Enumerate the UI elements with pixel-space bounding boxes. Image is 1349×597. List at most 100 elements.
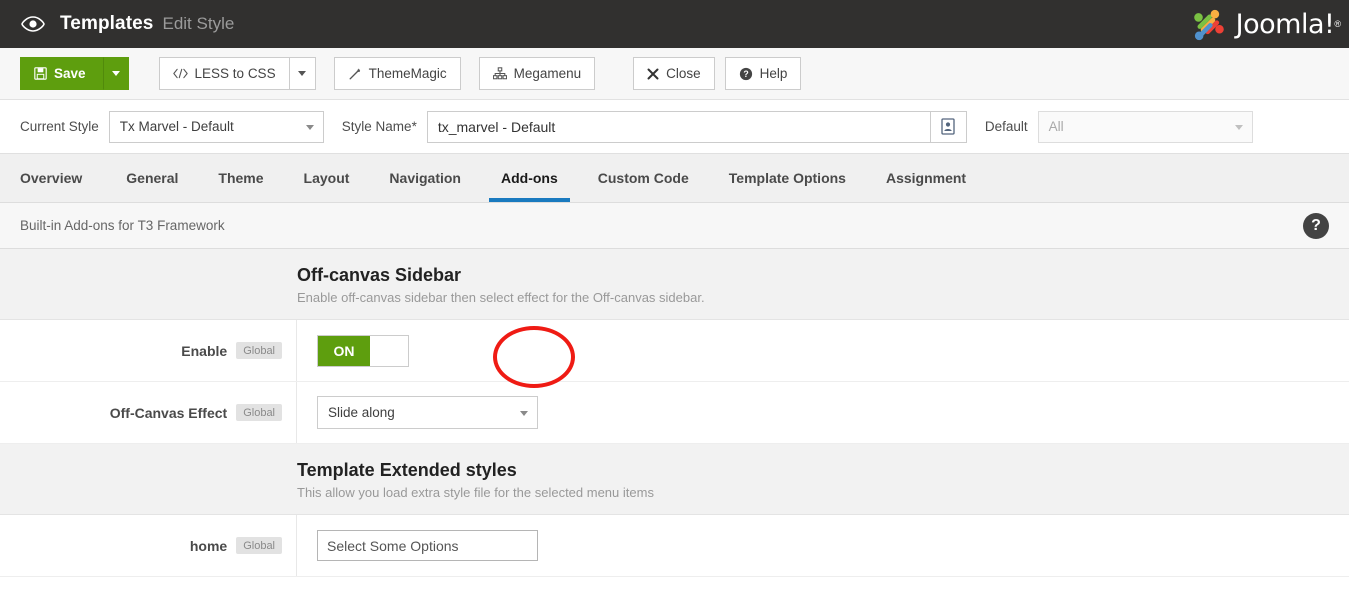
tab-template-options[interactable]: Template Options [709, 154, 866, 202]
style-name-label-text: Style Name [342, 119, 412, 134]
row-label-home: home Global [0, 515, 297, 576]
close-label: Close [666, 66, 701, 81]
row-field-enable: ON [297, 335, 409, 367]
tab-general[interactable]: General [106, 154, 198, 202]
tab-label: Layout [304, 170, 350, 186]
default-label: Default [985, 119, 1028, 134]
required-asterisk: * [412, 119, 417, 134]
sitemap-icon [493, 67, 507, 80]
toggle-knob [370, 336, 408, 366]
tab-label: Overview [20, 170, 82, 186]
page-title: Templates [60, 13, 153, 35]
svg-text:?: ? [743, 69, 748, 79]
tab-bar: Overview General Theme Layout Navigation… [0, 154, 1349, 203]
save-button-group: Save [20, 57, 129, 90]
subheader: Built-in Add-ons for T3 Framework ? [0, 203, 1349, 249]
thememagic-label: ThemeMagic [369, 66, 447, 81]
save-button[interactable]: Save [20, 57, 103, 90]
save-button-label: Save [54, 66, 86, 81]
tab-label: General [126, 170, 178, 186]
global-badge: Global [236, 537, 282, 554]
chevron-down-icon [1235, 125, 1243, 130]
x-icon [647, 68, 659, 80]
toggle-on-label: ON [318, 336, 370, 366]
off-canvas-effect-select[interactable]: Slide along [317, 396, 538, 429]
style-name-input[interactable]: tx_marvel - Default [427, 111, 967, 143]
section-template-extended-styles-header: Template Extended styles This allow you … [0, 444, 1349, 515]
off-canvas-effect-value: Slide along [328, 405, 395, 420]
magic-wand-icon [348, 67, 362, 81]
code-icon [173, 68, 188, 79]
style-bar: Current Style Tx Marvel - Default Style … [0, 100, 1349, 154]
home-multiselect-input[interactable]: Select Some Options [317, 530, 538, 561]
tab-layout[interactable]: Layout [284, 154, 370, 202]
style-name-value: tx_marvel - Default [438, 119, 555, 135]
megamenu-button[interactable]: Megamenu [479, 57, 596, 90]
joomla-registered-mark: ® [1334, 19, 1341, 29]
field-label: home [190, 538, 227, 554]
field-label: Off-Canvas Effect [110, 405, 227, 421]
joomla-wordmark: Joomla! [1236, 9, 1335, 40]
section-title: Template Extended styles [297, 460, 1329, 481]
tab-label: Custom Code [598, 170, 689, 186]
field-label: Enable [181, 343, 227, 359]
row-label-enable: Enable Global [0, 320, 297, 381]
row-field-home: Select Some Options [297, 530, 538, 561]
tab-navigation[interactable]: Navigation [369, 154, 481, 202]
form-row-home: home Global Select Some Options [0, 515, 1349, 577]
floppy-disk-icon [34, 67, 47, 80]
question-mark-circle-icon[interactable]: ? [1303, 213, 1329, 239]
less-to-css-dropdown-toggle[interactable] [290, 57, 316, 90]
tab-label: Navigation [389, 170, 461, 186]
section-off-canvas-sidebar-header: Off-canvas Sidebar Enable off-canvas sid… [0, 249, 1349, 320]
tab-label: Assignment [886, 170, 966, 186]
chevron-down-icon [112, 71, 120, 76]
tab-overview[interactable]: Overview [20, 154, 106, 202]
row-field-off-canvas-effect: Slide along [297, 396, 538, 429]
joomla-mark-icon [1188, 3, 1230, 45]
tab-add-ons[interactable]: Add-ons [481, 154, 578, 202]
tab-label: Theme [218, 170, 263, 186]
section-title: Off-canvas Sidebar [297, 265, 1329, 286]
tabs-container: Overview General Theme Layout Navigation… [0, 154, 1349, 203]
global-badge: Global [236, 342, 282, 359]
thememagic-button[interactable]: ThemeMagic [334, 57, 461, 90]
form-row-off-canvas-effect: Off-Canvas Effect Global Slide along [0, 382, 1349, 444]
question-circle-icon: ? [739, 67, 753, 81]
style-name-label: Style Name* [342, 119, 417, 134]
current-style-value: Tx Marvel - Default [120, 119, 234, 134]
close-button[interactable]: Close [633, 57, 715, 90]
help-label: Help [760, 66, 788, 81]
tab-label: Add-ons [501, 170, 558, 186]
section-description: Enable off-canvas sidebar then select ef… [297, 290, 1329, 305]
app-header: Templates Edit Style Joomla! ® [0, 0, 1349, 48]
megamenu-label: Megamenu [514, 66, 582, 81]
enable-toggle[interactable]: ON [317, 335, 409, 367]
default-select[interactable]: All [1038, 111, 1253, 143]
current-style-select[interactable]: Tx Marvel - Default [109, 111, 324, 143]
tab-theme[interactable]: Theme [198, 154, 283, 202]
joomla-logo: Joomla! ® [1188, 0, 1341, 48]
row-label-off-canvas-effect: Off-Canvas Effect Global [0, 382, 297, 443]
page-subtitle: Edit Style [162, 14, 234, 34]
save-dropdown-toggle[interactable] [103, 57, 129, 90]
chevron-down-icon [306, 125, 314, 130]
help-glyph: ? [1311, 217, 1321, 235]
eye-icon [20, 11, 46, 37]
tab-assignment[interactable]: Assignment [866, 154, 986, 202]
less-to-css-button-group: LESS to CSS [159, 57, 316, 90]
home-multiselect-placeholder: Select Some Options [327, 538, 459, 554]
tab-label: Template Options [729, 170, 846, 186]
form-row-enable: Enable Global ON [0, 320, 1349, 382]
toolbar: Save LESS to CSS ThemeMag [0, 48, 1349, 100]
global-badge: Global [236, 404, 282, 421]
current-style-label: Current Style [20, 119, 99, 134]
tab-custom-code[interactable]: Custom Code [578, 154, 709, 202]
chevron-down-icon [520, 411, 528, 416]
id-card-icon[interactable] [930, 112, 966, 142]
help-button[interactable]: ? Help [725, 57, 802, 90]
subheader-text: Built-in Add-ons for T3 Framework [20, 218, 225, 233]
default-value: All [1049, 119, 1064, 134]
chevron-down-icon [298, 71, 306, 76]
less-to-css-button[interactable]: LESS to CSS [159, 57, 290, 90]
